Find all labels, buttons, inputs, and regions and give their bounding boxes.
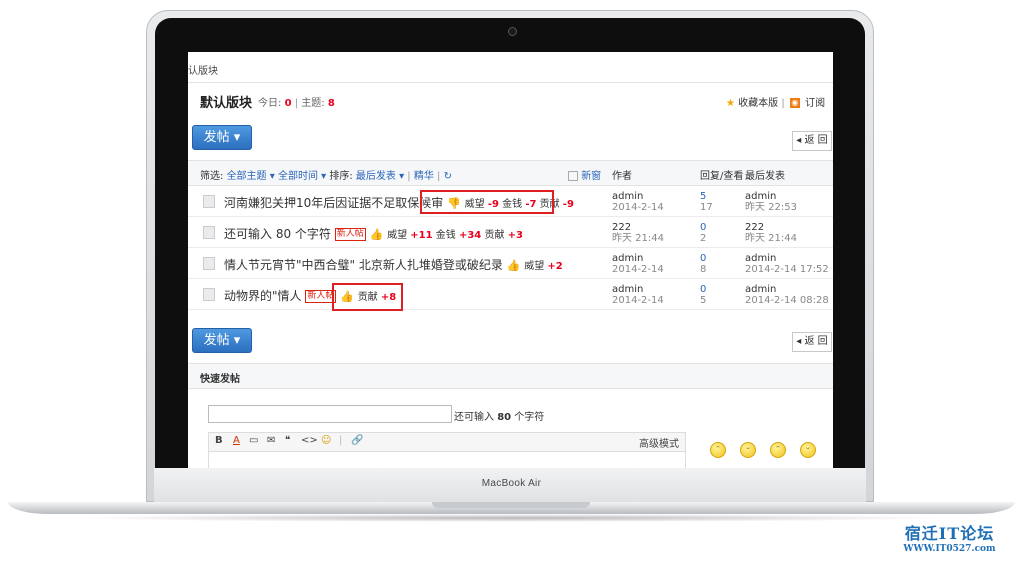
thread-author[interactable]: admin 2014-2-14 (612, 253, 664, 275)
forum-stats: 今日: 0 | 主题: 8 (258, 98, 335, 109)
watermark-name: 宿迁IT论坛 (904, 524, 995, 543)
highlight-box (332, 283, 403, 311)
link-icon[interactable]: ✉ (267, 435, 275, 446)
filter-digest[interactable]: 精华 (414, 171, 434, 182)
code-icon[interactable]: <> (301, 435, 318, 446)
back-button[interactable]: ◂ 返 回 (792, 332, 832, 352)
divider (188, 82, 833, 83)
thread-last-post[interactable]: 222 昨天 21:44 (745, 222, 797, 244)
smiley-icon[interactable]: ᵕ (800, 442, 816, 458)
filter-all-topics[interactable]: 全部主题 ▾ (227, 171, 275, 182)
toolbar-separator: | (339, 435, 343, 446)
thumbs-up-icon: 👍 (369, 228, 384, 241)
filter-prefix: 筛选: (200, 171, 224, 182)
favorite-link[interactable]: 收藏本版 (738, 98, 778, 109)
image-icon[interactable]: ▭ (249, 435, 258, 446)
document-icon (203, 257, 215, 270)
today-count: 0 (284, 98, 292, 109)
post-button[interactable]: 发帖 ▾ (192, 328, 252, 353)
thumbs-up-icon: 👍 (506, 259, 521, 272)
watermark-url: WWW.IT0527.com (903, 544, 996, 554)
thread-counts: 08 (700, 253, 707, 275)
thread-counts: 5 17 (700, 191, 713, 213)
rating: 威望 +2 (524, 261, 563, 272)
topics-count: 8 (327, 98, 335, 109)
filter-bar: 筛选: 全部主题 ▾ 全部时间 ▾ 排序: 最后发表 ▾ | 精华 | ↻ 新窗… (188, 160, 833, 186)
topics-label: 主题: (301, 98, 325, 109)
smiley-icon[interactable]: ☺ (321, 435, 331, 446)
refresh-icon[interactable]: ↻ (444, 171, 452, 182)
message-editor[interactable] (208, 452, 686, 468)
laptop-screen: 认版块 默认版块 今日: 0 | 主题: 8 ★ 收藏本版 | ◉ 订阅 发帖 … (188, 52, 833, 468)
breadcrumb[interactable]: 认版块 (188, 62, 218, 77)
subscribe-link[interactable]: 订阅 (805, 98, 825, 109)
col-last-post: 最后发表 (745, 171, 785, 182)
char-hint: 还可输入 80 个字符 (454, 412, 545, 423)
thread-last-post[interactable]: admin 昨天 22:53 (745, 191, 797, 213)
thread-last-post[interactable]: admin 2014-2-14 08:28 (745, 284, 829, 306)
smiley-icon[interactable]: ᵕ (740, 442, 756, 458)
sort-select[interactable]: 最后发表 ▾ (356, 171, 404, 182)
page-title: 默认版块 (200, 96, 253, 111)
camera-icon (508, 27, 517, 36)
thread-counts: 05 (700, 284, 707, 306)
thread-title[interactable]: 情人节元宵节"中西合璧" 北京新人扎堆婚登或破纪录 👍 威望 +2 (224, 256, 563, 273)
rss-icon: ◉ (789, 98, 800, 108)
bold-icon[interactable]: B (215, 435, 223, 446)
new-window-label: 新窗 (581, 171, 602, 182)
smiley-icon[interactable]: ᵔ (710, 442, 726, 458)
new-user-badge: 新人帖 (334, 228, 366, 241)
quote-icon[interactable]: ❝ (285, 435, 290, 446)
font-color-icon[interactable]: A (233, 435, 240, 446)
laptop-notch (432, 502, 590, 508)
advanced-mode-link[interactable]: 高级模式 (639, 435, 679, 450)
document-icon (203, 195, 215, 208)
thread-author[interactable]: 222 昨天 21:44 (612, 222, 664, 244)
table-row: 还可输入 80 个字符 新人帖 👍 威望 +11 金钱 +34 贡献 +3 22… (188, 217, 833, 248)
table-row: 动物界的"情人 新人帖 👍 贡献 +8 admin 2014-2-14 05 ad… (188, 279, 833, 310)
smiley-icon[interactable]: ᵔ (770, 442, 786, 458)
thread-title[interactable]: 还可输入 80 个字符 新人帖 👍 威望 +11 金钱 +34 贡献 +3 (224, 225, 523, 242)
checkbox[interactable] (568, 171, 578, 181)
filter-all-time[interactable]: 全部时间 ▾ (278, 171, 326, 182)
laptop-brand-label: MacBook Air (481, 478, 542, 489)
table-row: 情人节元宵节"中西合璧" 北京新人扎堆婚登或破纪录 👍 威望 +2 admin 2… (188, 248, 833, 279)
highlight-box (420, 190, 554, 214)
thread-author[interactable]: admin 2014-2-14 (612, 191, 664, 213)
filter-group: 筛选: 全部主题 ▾ 全部时间 ▾ 排序: 最后发表 ▾ | 精华 | ↻ (200, 171, 452, 182)
col-counts: 回复/查看 (700, 171, 744, 182)
laptop-shadow (70, 514, 953, 522)
attachment-icon[interactable]: 🔗 (351, 435, 363, 446)
thread-last-post[interactable]: admin 2014-2-14 17:52 (745, 253, 829, 275)
today-label: 今日: (258, 98, 282, 109)
forum-actions: ★ 收藏本版 | ◉ 订阅 (726, 98, 826, 109)
quick-post-header: 快速发帖 (188, 363, 833, 389)
editor-toolbar: B A ▭ ✉ ❝ <> ☺ | 🔗 高级模式 (208, 432, 686, 452)
watermark: 宿迁IT论坛 WWW.IT0527.com (882, 520, 1017, 554)
back-button[interactable]: ◂ 返 回 (792, 131, 832, 151)
thread-counts: 02 (700, 222, 707, 244)
rating: 威望 +11 金钱 +34 贡献 +3 (387, 230, 523, 241)
col-author: 作者 (612, 171, 632, 182)
quick-post-title: 快速发帖 (200, 374, 240, 385)
sort-label: 排序: (329, 171, 353, 182)
star-icon: ★ (726, 98, 735, 109)
document-icon (203, 288, 215, 301)
document-icon (203, 226, 215, 239)
subject-input[interactable] (208, 405, 452, 423)
post-button[interactable]: 发帖 ▾ (192, 125, 252, 150)
thread-author[interactable]: admin 2014-2-14 (612, 284, 664, 306)
new-window-toggle[interactable]: 新窗 (568, 167, 601, 182)
